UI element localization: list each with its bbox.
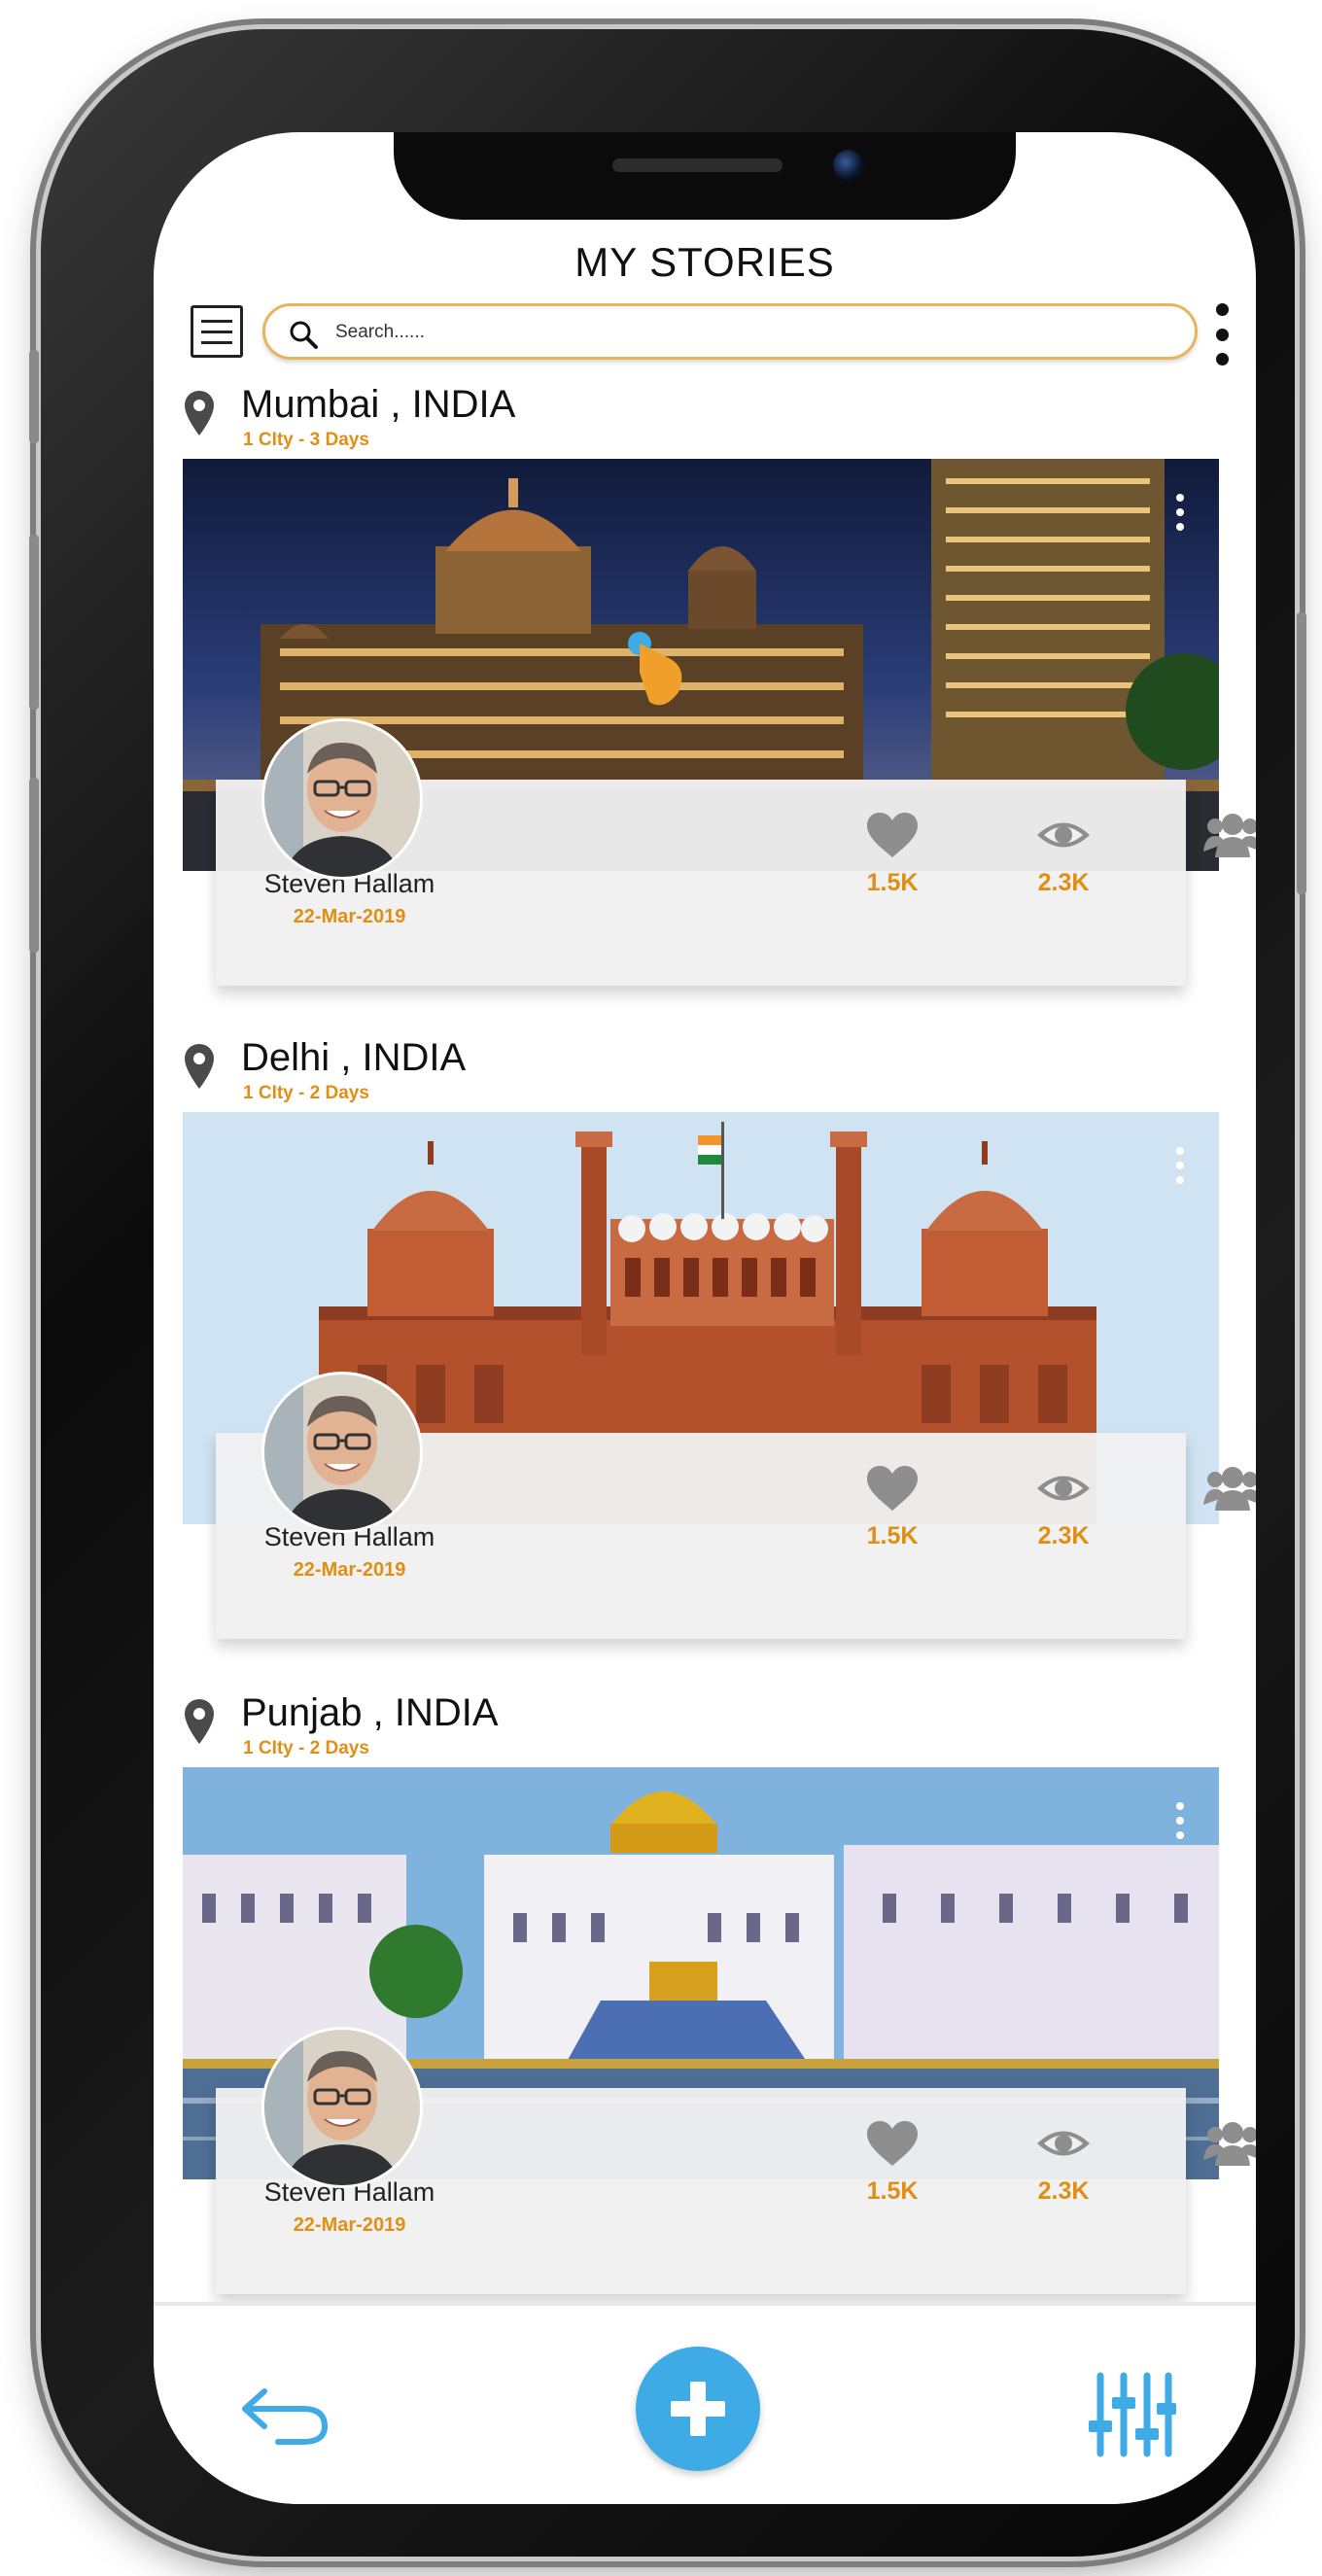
more-options-icon[interactable]	[1208, 303, 1235, 366]
like-count: 1.5K	[866, 2177, 919, 2205]
story-card-mumbai[interactable]: Mumbai , INDIA 1 CIty - 3 Days Steven Ha…	[154, 383, 1256, 1025]
notch	[394, 132, 1016, 220]
back-arrow-icon[interactable]	[239, 2380, 332, 2450]
like-stat[interactable]: 1.5K	[834, 811, 951, 897]
post-date: 22-Mar-2019	[293, 2214, 406, 2236]
views-stat: 2.3K	[1005, 2119, 1122, 2206]
heart-icon	[867, 1466, 918, 1511]
eye-icon	[1037, 1476, 1090, 1501]
city-name[interactable]: Delhi , INDIA	[241, 1036, 466, 1080]
vertical-dots-icon[interactable]	[1176, 1802, 1186, 1839]
eye-icon	[1037, 2131, 1090, 2156]
group-stat[interactable]	[1174, 811, 1256, 859]
front-camera	[833, 150, 864, 181]
story-card-punjab[interactable]: Punjab , INDIA 1 CIty - 2 Days Steven Ha…	[154, 1691, 1256, 2333]
mute-switch	[29, 350, 39, 443]
view-count: 2.3K	[1037, 2177, 1090, 2205]
city-name[interactable]: Mumbai , INDIA	[241, 383, 515, 427]
phone-frame: MY STORIES Mumbai , INDIA 1 CIty - 3 Day	[29, 29, 1306, 2557]
volume-up-button	[29, 535, 39, 710]
search-icon	[290, 321, 318, 349]
avatar[interactable]	[264, 721, 420, 877]
city-name[interactable]: Punjab , INDIA	[241, 1691, 499, 1735]
view-count: 2.3K	[1037, 1522, 1090, 1549]
map-pin-icon	[185, 391, 214, 435]
speaker-grille	[612, 158, 783, 172]
group-stat[interactable]	[1174, 1464, 1256, 1513]
heart-icon	[867, 2121, 918, 2166]
post-date: 22-Mar-2019	[293, 906, 406, 927]
vertical-dots-icon[interactable]	[1176, 1147, 1186, 1184]
eye-icon	[1037, 822, 1090, 848]
trip-meta: 1 CIty - 2 Days	[243, 1738, 369, 1758]
page-title: MY STORIES	[574, 239, 835, 285]
add-story-button[interactable]	[636, 2347, 760, 2471]
bottom-navigation-bar	[154, 2302, 1256, 2504]
power-button	[1297, 612, 1306, 894]
avatar[interactable]	[264, 2030, 420, 2185]
volume-down-button	[29, 778, 39, 953]
sliders-icon[interactable]	[1087, 2370, 1176, 2459]
hamburger-menu-icon[interactable]	[191, 305, 243, 358]
heart-icon	[867, 813, 918, 857]
group-icon	[1203, 2122, 1256, 2166]
plus-icon	[671, 2382, 725, 2436]
views-stat: 2.3K	[1005, 811, 1122, 897]
views-stat: 2.3K	[1005, 1464, 1122, 1550]
post-date: 22-Mar-2019	[293, 1559, 406, 1581]
map-pin-icon	[185, 1044, 214, 1089]
search-input[interactable]	[335, 314, 1171, 351]
like-stat[interactable]: 1.5K	[834, 1464, 951, 1550]
map-pin-icon	[185, 1699, 214, 1744]
avatar[interactable]	[264, 1375, 420, 1530]
like-count: 1.5K	[866, 1522, 919, 1549]
search-bar[interactable]	[262, 303, 1198, 360]
group-icon	[1203, 814, 1256, 857]
group-icon	[1203, 1467, 1256, 1511]
trip-meta: 1 CIty - 3 Days	[243, 430, 369, 450]
phone-screen: MY STORIES Mumbai , INDIA 1 CIty - 3 Day	[154, 132, 1256, 2504]
like-stat[interactable]: 1.5K	[834, 2119, 951, 2206]
story-card-delhi[interactable]: Delhi , INDIA 1 CIty - 2 Days Steven Hal…	[154, 1036, 1256, 1678]
trip-meta: 1 CIty - 2 Days	[243, 1083, 369, 1103]
vertical-dots-icon[interactable]	[1176, 494, 1186, 531]
group-stat[interactable]	[1174, 2119, 1256, 2168]
like-count: 1.5K	[866, 869, 919, 896]
view-count: 2.3K	[1037, 869, 1090, 896]
